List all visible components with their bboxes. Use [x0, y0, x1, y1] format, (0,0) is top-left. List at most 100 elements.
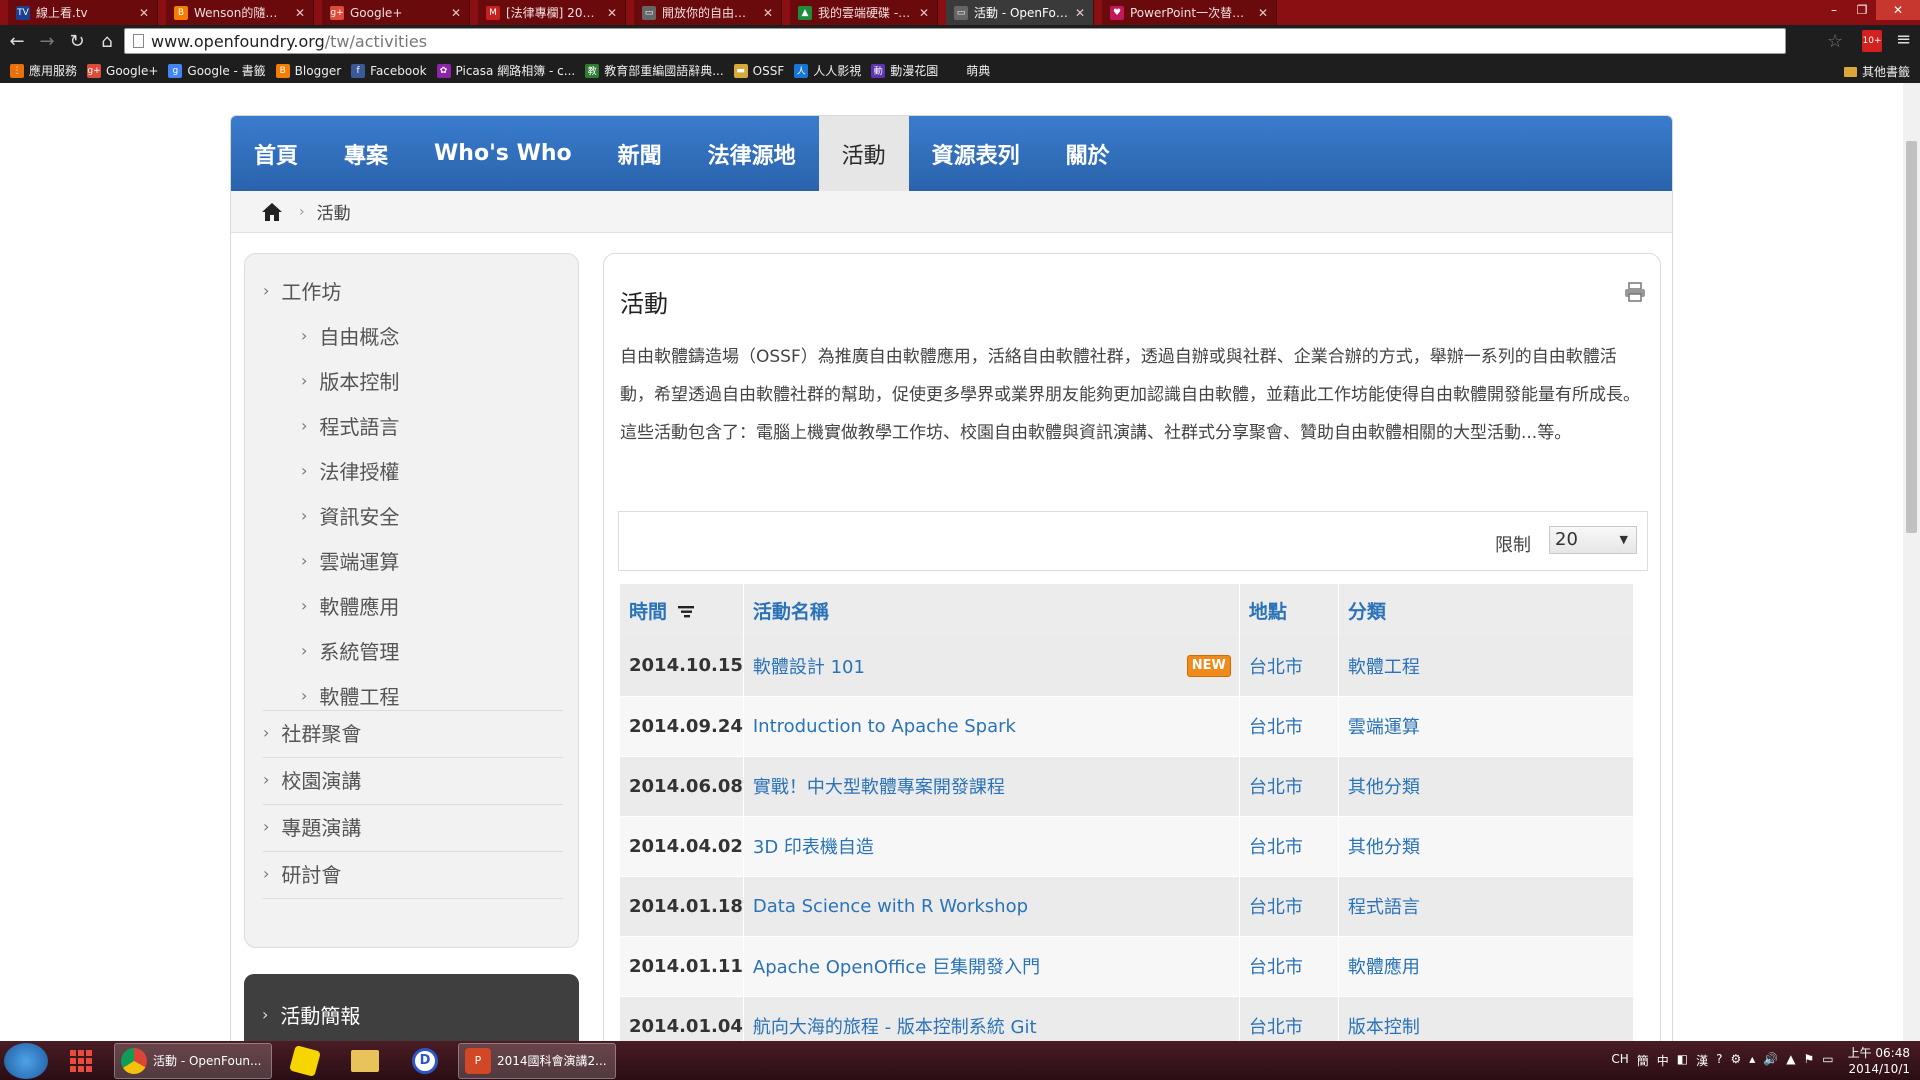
event-category[interactable]: 其他分類	[1338, 816, 1635, 877]
tab-close-icon[interactable]: ✕	[451, 6, 461, 20]
sidebar-subitem[interactable]: › 系統管理	[301, 636, 399, 665]
pinned-app-2[interactable]: D	[398, 1043, 452, 1079]
bookmark-item[interactable]: B Blogger	[275, 63, 341, 78]
back-button[interactable]: ←	[4, 29, 30, 55]
nav-item[interactable]: 關於	[1043, 116, 1133, 191]
event-location[interactable]: 台北市	[1239, 756, 1339, 817]
column-header-category[interactable]: 分類	[1338, 584, 1635, 636]
tray-icon[interactable]: ▭	[1822, 1052, 1833, 1069]
bookmark-item[interactable]: 教教育部重編國語辭典...	[585, 62, 724, 79]
tab-close-icon[interactable]: ✕	[1075, 6, 1085, 20]
tray-icon[interactable]: 簡	[1637, 1052, 1649, 1069]
browser-tab[interactable]: ♥ PowerPoint一次替換整份 ✕	[1102, 0, 1277, 25]
sidebar-item[interactable]: › 工作坊	[263, 276, 341, 305]
bookmark-item[interactable]: ▬ OSSF	[733, 63, 784, 78]
close-window-button[interactable]: ✕	[1876, 0, 1920, 20]
taskbar-item-powerpoint[interactable]: P 2014國科會演講2...	[458, 1042, 616, 1079]
event-category[interactable]: 軟體工程	[1338, 636, 1635, 697]
event-location[interactable]: 台北市	[1239, 996, 1339, 1041]
extension-icon[interactable]: 10+	[1862, 30, 1882, 52]
other-bookmarks[interactable]: 其他書籤	[1843, 63, 1910, 80]
forward-button[interactable]: →	[34, 29, 60, 55]
event-location[interactable]: 台北市	[1239, 936, 1339, 997]
bookmark-item[interactable]: ✿ Picasa 網路相簿 - c...	[436, 62, 575, 79]
nav-item[interactable]: 資源表列	[909, 116, 1043, 191]
column-header-name[interactable]: 活動名稱	[743, 584, 1240, 636]
sidebar-item[interactable]: › 社群聚會	[263, 718, 361, 747]
event-category[interactable]: 版本控制	[1338, 996, 1635, 1041]
bookmark-item[interactable]: f Facebook	[351, 63, 427, 78]
tab-close-icon[interactable]: ✕	[919, 6, 929, 20]
limit-select[interactable]: 20 ▼	[1549, 526, 1637, 554]
nav-item[interactable]: Who's Who	[411, 116, 595, 191]
browser-tab[interactable]: ▭ 活動 - OpenFoundry ✕	[946, 0, 1094, 25]
minimize-button[interactable]: –	[1820, 0, 1848, 20]
tray-icon[interactable]: 漢	[1696, 1052, 1708, 1069]
tray-icon[interactable]: ⚙	[1731, 1052, 1742, 1069]
nav-item[interactable]: 專案	[321, 116, 411, 191]
bookmark-item[interactable]: 人人人影視	[794, 62, 861, 79]
tray-icon[interactable]: ◧	[1677, 1052, 1688, 1069]
sidebar-subitem[interactable]: › 版本控制	[301, 366, 399, 395]
home-button[interactable]: ⌂	[94, 29, 120, 55]
bookmark-item[interactable]: ⋮ 應用服務	[10, 62, 77, 79]
event-category[interactable]: 程式語言	[1338, 876, 1635, 937]
event-link[interactable]: 實戰！中大型軟體專案開發課程	[753, 777, 1005, 798]
tray-icon[interactable]: 中	[1657, 1052, 1669, 1069]
tray-icon[interactable]: ⚑	[1803, 1052, 1814, 1069]
sidebar-subitem[interactable]: › 程式語言	[301, 411, 399, 440]
nav-item[interactable]: 活動	[818, 116, 909, 191]
reload-button[interactable]: ↻	[64, 29, 90, 55]
bookmark-item[interactable]: g Google - 書籤	[168, 62, 266, 79]
address-bar[interactable]: www.openfoundry.org/tw/activities	[124, 28, 1786, 54]
sidebar-subitem[interactable]: › 法律授權	[301, 456, 399, 485]
column-header-date[interactable]: 時間	[620, 584, 744, 636]
clock[interactable]: 上午 06:48 2014/10/1	[1848, 1045, 1910, 1077]
vertical-scrollbar[interactable]	[1903, 83, 1920, 1041]
event-location[interactable]: 台北市	[1239, 816, 1339, 877]
event-link[interactable]: 航向大海的旅程 - 版本控制系統 Git	[753, 1017, 1037, 1038]
tab-close-icon[interactable]: ✕	[295, 6, 305, 20]
print-icon[interactable]	[1624, 282, 1646, 302]
tab-close-icon[interactable]: ✕	[607, 6, 617, 20]
tray-icon[interactable]: CH	[1611, 1052, 1628, 1069]
bookmark-item[interactable]: 動動漫花園	[871, 62, 938, 79]
tab-close-icon[interactable]: ✕	[139, 6, 149, 20]
event-link[interactable]: Introduction to Apache Spark	[753, 716, 1016, 737]
tab-close-icon[interactable]: ✕	[1258, 6, 1268, 20]
pinned-app-1[interactable]	[278, 1043, 332, 1079]
nav-item[interactable]: 首頁	[231, 116, 321, 191]
bookmark-star-icon[interactable]: ☆	[1827, 31, 1843, 52]
sidebar-item[interactable]: › 校園演講	[263, 765, 361, 794]
sort-desc-icon[interactable]	[677, 605, 694, 619]
nav-item[interactable]: 法律源地	[685, 116, 819, 191]
taskbar-item-chrome[interactable]: 活動 - OpenFoun...	[114, 1042, 272, 1079]
start-button-icon[interactable]	[4, 1042, 48, 1079]
sidebar-item-summary[interactable]: › 活動簡報	[262, 1000, 360, 1029]
tray-icon[interactable]: ▲	[1786, 1052, 1795, 1069]
tray-icon[interactable]: 🔊	[1763, 1052, 1778, 1069]
pinned-explorer[interactable]	[338, 1043, 392, 1079]
browser-tab[interactable]: ▭ 開放你的自由軟體專案 - (✕	[634, 0, 782, 25]
sidebar-subitem[interactable]: › 軟體工程	[301, 681, 399, 710]
event-location[interactable]: 台北市	[1239, 636, 1339, 697]
event-link[interactable]: 軟體設計 101	[753, 657, 865, 678]
sidebar-subitem[interactable]: › 資訊安全	[301, 501, 399, 530]
bookmark-item[interactable]: 萌典	[966, 62, 990, 79]
event-location[interactable]: 台北市	[1239, 696, 1339, 757]
browser-tab[interactable]: TV 線上看.tv ✕	[8, 0, 158, 25]
sidebar-subitem[interactable]: › 自由概念	[301, 321, 399, 350]
nav-item[interactable]: 新聞	[595, 116, 685, 191]
maximize-button[interactable]: ❐	[1848, 0, 1876, 20]
sidebar-subitem[interactable]: › 雲端運算	[301, 546, 399, 575]
tab-close-icon[interactable]: ✕	[763, 6, 773, 20]
browser-tab[interactable]: M [法律專欄] 20140930 : 文 ✕	[478, 0, 626, 25]
column-header-location[interactable]: 地點	[1239, 584, 1339, 636]
event-category[interactable]: 軟體應用	[1338, 936, 1635, 997]
event-link[interactable]: Data Science with R Workshop	[753, 896, 1028, 917]
tray-icon[interactable]: ▴	[1749, 1052, 1755, 1069]
browser-tab[interactable]: g+ Google+ ✕	[322, 0, 470, 25]
event-category[interactable]: 雲端運算	[1338, 696, 1635, 757]
browser-tab[interactable]: B Wenson的隨筆網站: 思想 ✕	[166, 0, 314, 25]
event-link[interactable]: 3D 印表機自造	[753, 837, 874, 858]
